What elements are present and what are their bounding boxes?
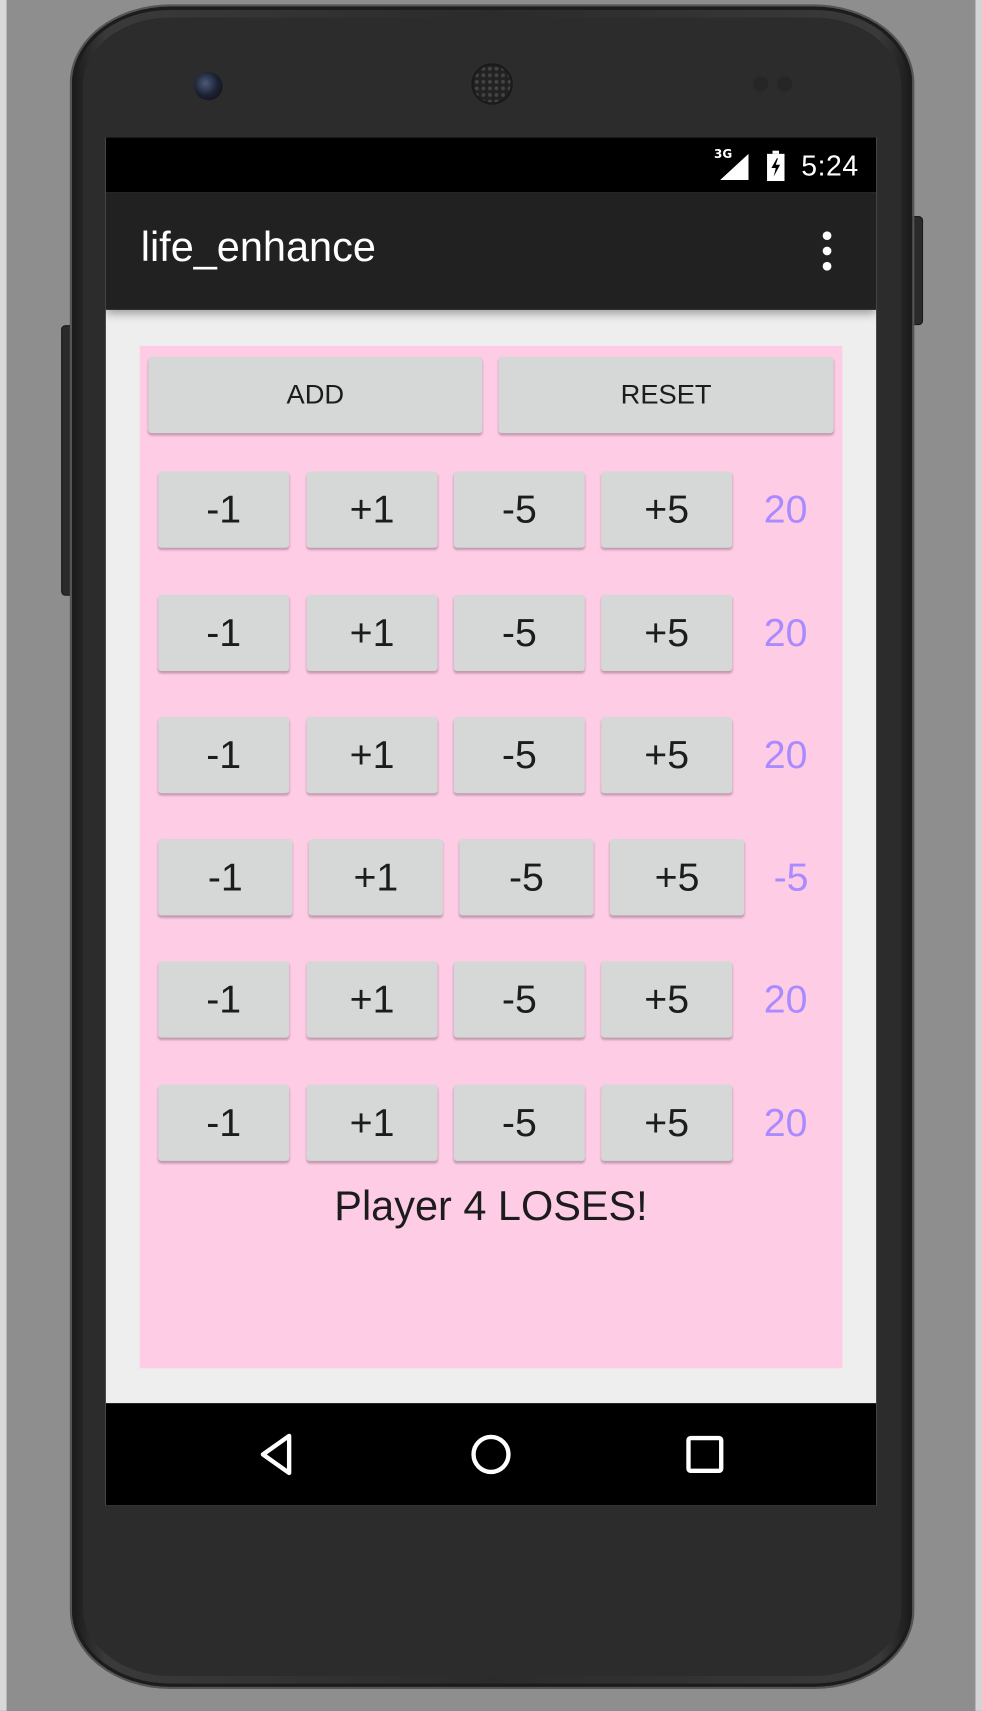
plus-five-button[interactable]: +5 [601,1084,733,1161]
minus-one-button[interactable]: -1 [158,1084,290,1161]
recents-square-icon[interactable] [679,1429,731,1479]
life-counter-panel: ADD RESET -1 +1 -5 +5 20 -1 +1 -5 +5 20 … [139,345,843,1369]
action-bar: life_enhance [105,192,877,310]
device-screen: 3G 5:24 life_enhance ADD RESET -1 +1 -5 … [105,137,877,1506]
plus-five-button[interactable]: +5 [601,594,733,672]
life-total: 20 [763,1099,808,1145]
minus-one-button[interactable]: -1 [158,961,290,1038]
back-triangle-icon[interactable] [252,1429,304,1479]
player-row-6: -1 +1 -5 +5 20 [140,1084,843,1164]
minus-five-button[interactable]: -5 [453,961,585,1038]
plus-one-button[interactable]: +1 [308,839,443,916]
cell-signal-icon: 3G [714,147,751,182]
plus-one-button[interactable]: +1 [306,471,438,548]
emulator-window: 3G 5:24 life_enhance ADD RESET -1 +1 -5 … [0,0,982,1711]
life-total: 20 [763,609,808,655]
minus-one-button[interactable]: -1 [158,839,293,916]
light-sensor-icon [776,76,793,92]
life-total: 20 [763,486,808,532]
status-time: 5:24 [801,148,859,182]
player-row-3: -1 +1 -5 +5 20 [140,716,843,796]
window-edge-left [0,0,7,1711]
plus-five-button[interactable]: +5 [601,716,733,794]
life-total: -5 [773,854,809,900]
player-row-5: -1 +1 -5 +5 20 [140,961,843,1040]
minus-one-button[interactable]: -1 [158,471,290,548]
plus-five-button[interactable]: +5 [601,961,733,1038]
plus-one-button[interactable]: +1 [306,961,438,1038]
minus-five-button[interactable]: -5 [453,1084,585,1161]
player-row-1: -1 +1 -5 +5 20 [140,471,843,550]
window-edge-right [975,0,982,1711]
reset-button[interactable]: RESET [498,356,834,434]
life-total: 20 [763,732,808,777]
player-row-2: -1 +1 -5 +5 20 [140,594,843,674]
result-message: Player 4 LOSES! [334,1183,648,1230]
life-total: 20 [763,976,808,1022]
status-bar: 3G 5:24 [105,137,877,193]
navigation-bar [105,1403,877,1506]
front-camera-icon [194,72,223,101]
player-row-4: -1 +1 -5 +5 -5 [140,839,843,918]
minus-five-button[interactable]: -5 [453,471,585,548]
plus-one-button[interactable]: +1 [306,1084,438,1161]
plus-five-button[interactable]: +5 [601,471,733,548]
plus-one-button[interactable]: +1 [306,594,438,672]
minus-five-button[interactable]: -5 [453,716,585,794]
minus-five-button[interactable]: -5 [459,839,594,916]
control-row: ADD RESET [148,356,834,436]
battery-charging-icon [767,150,785,182]
plus-five-button[interactable]: +5 [609,839,745,916]
minus-one-button[interactable]: -1 [158,716,290,794]
plus-one-button[interactable]: +1 [306,716,438,794]
add-button[interactable]: ADD [148,356,483,434]
minus-one-button[interactable]: -1 [158,594,290,672]
status-icons: 3G 5:24 [714,147,859,183]
speaker-grille-icon [471,63,513,105]
more-vert-icon[interactable] [811,225,844,277]
proximity-sensor-icon [752,76,769,92]
home-circle-icon[interactable] [465,1429,517,1479]
app-title: life_enhance [140,224,376,271]
minus-five-button[interactable]: -5 [453,594,585,672]
